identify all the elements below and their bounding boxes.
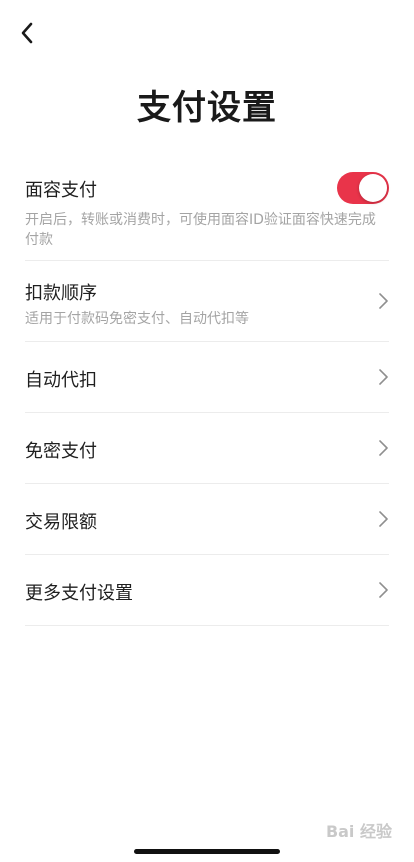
password-free-title: 免密支付 — [25, 441, 97, 462]
watermark: Bai 经验 — [325, 822, 392, 841]
auto-deduct-row[interactable]: 自动代扣 — [25, 342, 389, 413]
chevron-right-icon — [379, 440, 388, 456]
transaction-limit-title: 交易限额 — [25, 512, 97, 533]
face-pay-row: 面容支付 开启后，转账或消费时，可使用面容ID验证面容快速完成付款 — [25, 160, 389, 261]
page-title: 支付设置 — [137, 88, 277, 128]
chevron-right-icon — [379, 369, 388, 385]
chevron-left-icon — [21, 22, 33, 44]
face-pay-title: 面容支付 — [25, 180, 97, 201]
deduction-order-row[interactable]: 扣款顺序 适用于付款码免密支付、自动代扣等 — [25, 261, 389, 342]
toggle-knob — [359, 174, 387, 202]
settings-list: 面容支付 开启后，转账或消费时，可使用面容ID验证面容快速完成付款 扣款顺序 适… — [25, 160, 389, 626]
auto-deduct-title: 自动代扣 — [25, 370, 97, 391]
home-indicator[interactable] — [134, 849, 280, 854]
face-pay-description: 开启后，转账或消费时，可使用面容ID验证面容快速完成付款 — [25, 212, 376, 248]
password-free-row[interactable]: 免密支付 — [25, 413, 389, 484]
chevron-right-icon — [379, 582, 388, 598]
deduction-order-title: 扣款顺序 — [25, 283, 97, 304]
transaction-limit-row[interactable]: 交易限额 — [25, 484, 389, 555]
back-button[interactable] — [14, 18, 40, 48]
chevron-right-icon — [379, 511, 388, 527]
more-settings-title: 更多支付设置 — [25, 583, 133, 604]
face-pay-toggle[interactable] — [337, 172, 389, 204]
chevron-right-icon — [379, 293, 388, 309]
more-settings-row[interactable]: 更多支付设置 — [25, 555, 389, 626]
deduction-order-description: 适用于付款码免密支付、自动代扣等 — [25, 311, 249, 327]
